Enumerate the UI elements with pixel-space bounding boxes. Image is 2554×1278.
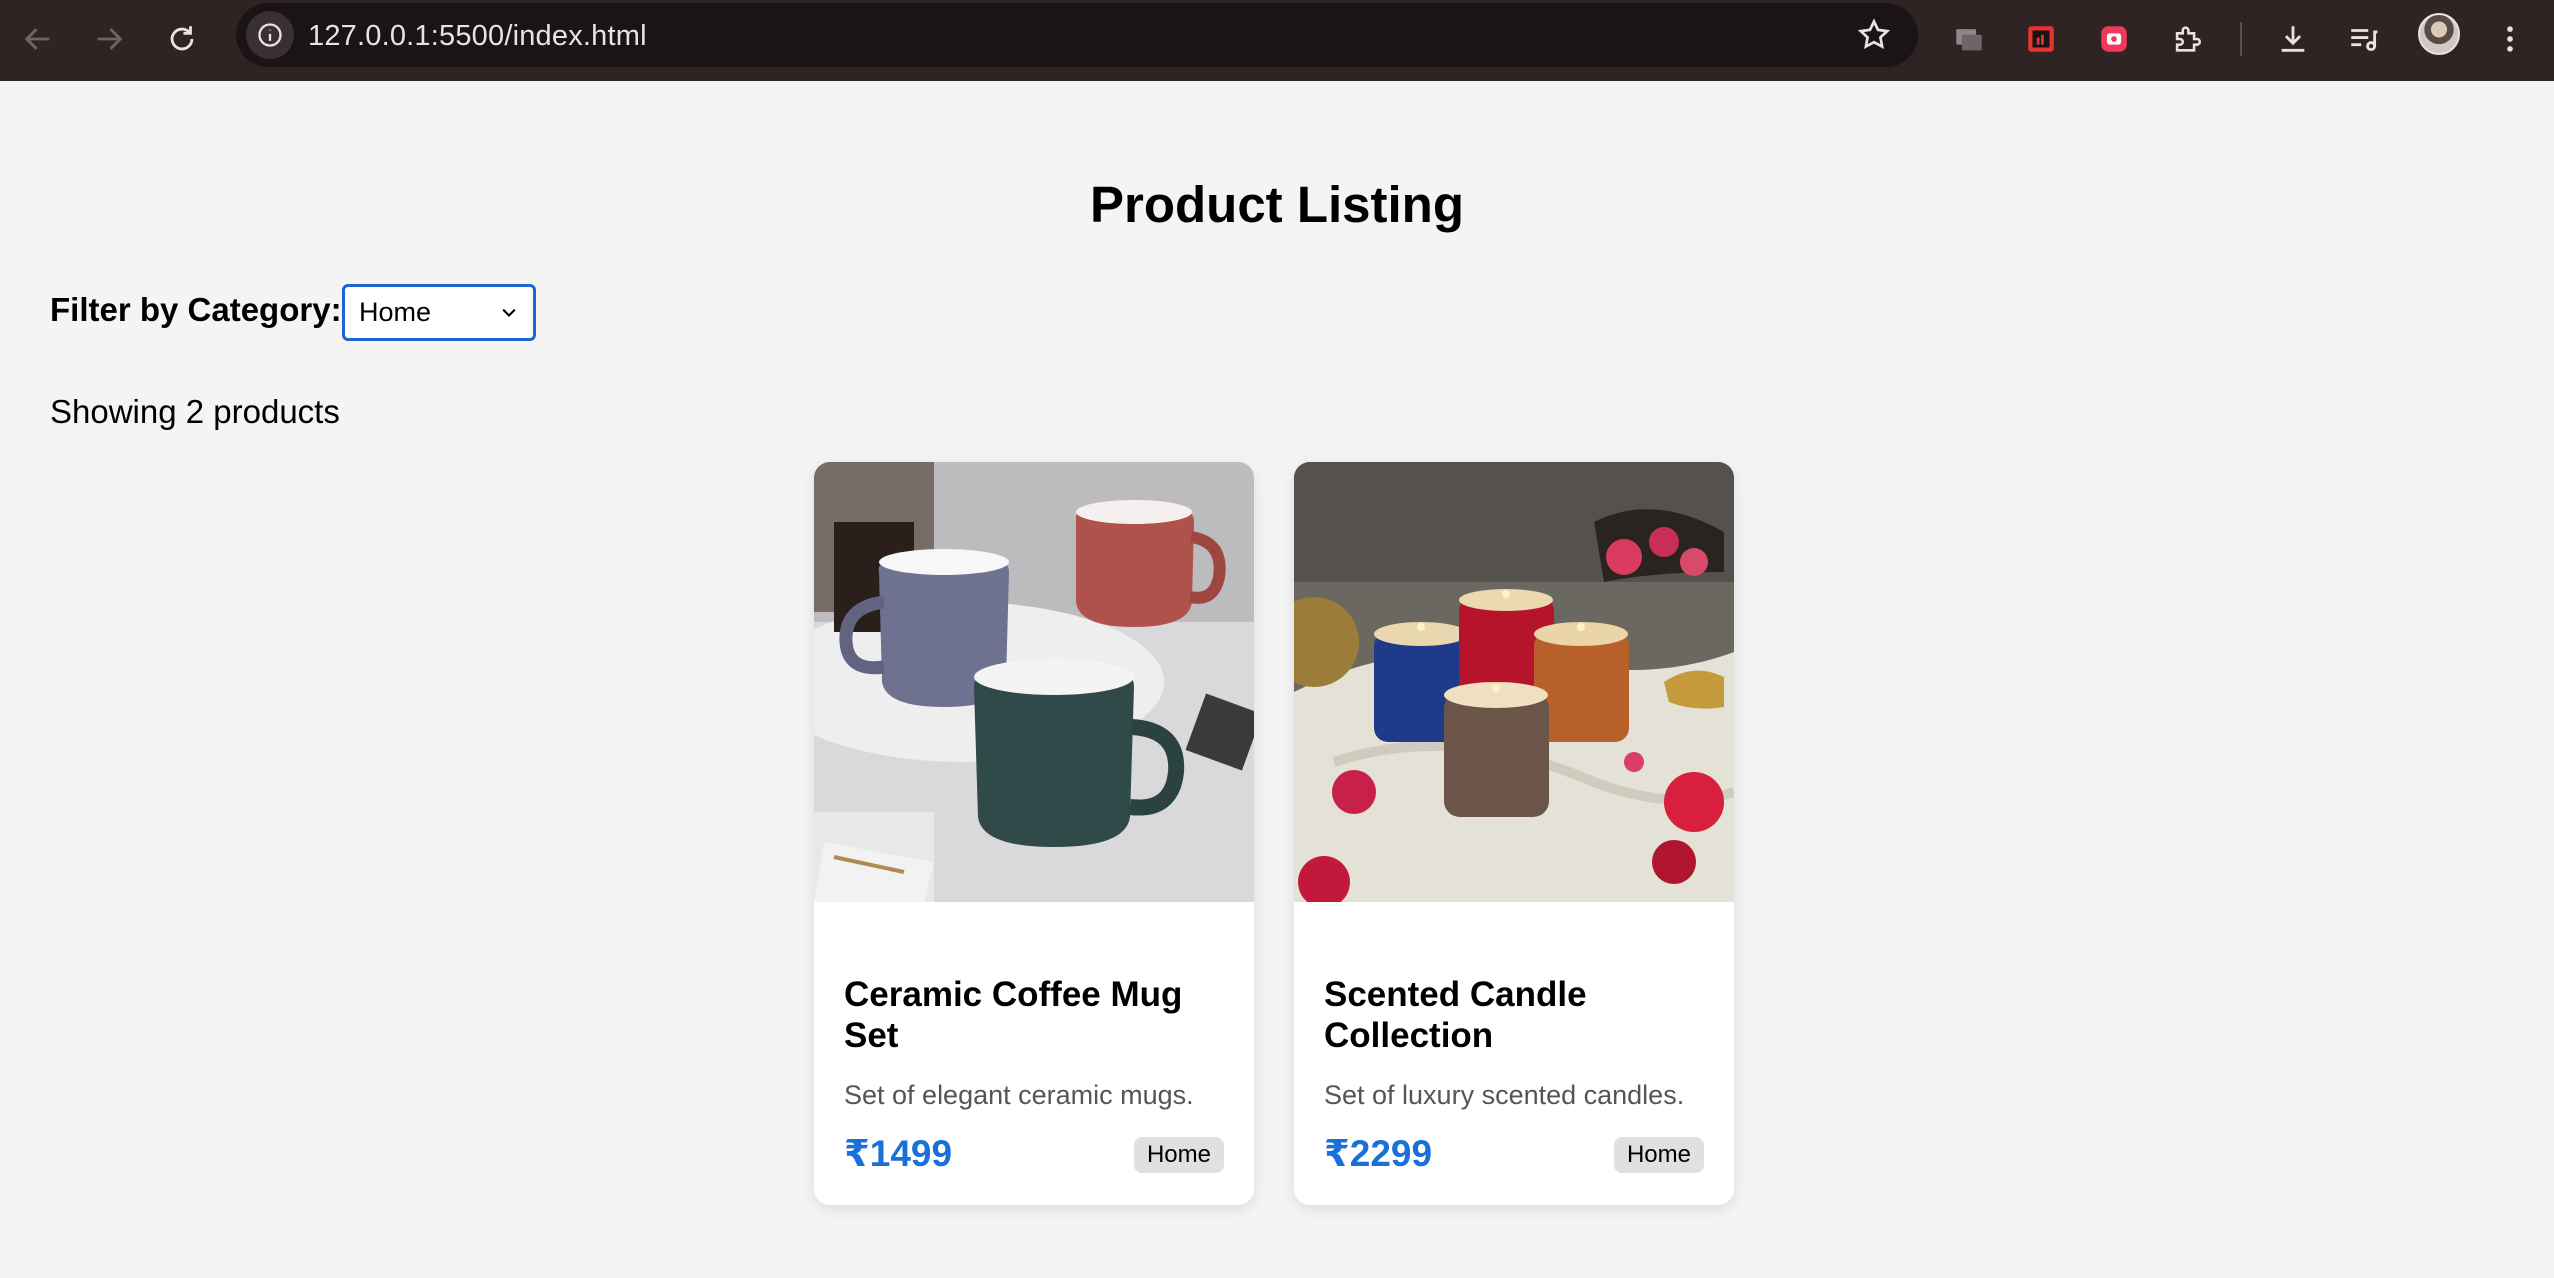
- product-description: Set of luxury scented candles.: [1324, 1080, 1685, 1110]
- product-name: Ceramic Coffee Mug Set: [844, 975, 1183, 1055]
- media-queue-icon[interactable]: [2340, 15, 2388, 63]
- downloads-icon[interactable]: [2269, 15, 2317, 63]
- reload-icon[interactable]: [157, 14, 207, 64]
- filter-label: Filter by Category:: [50, 291, 342, 328]
- ceramic-mugs-photo: [814, 462, 1254, 902]
- record-extension-icon[interactable]: [2090, 15, 2138, 63]
- back-icon[interactable]: [13, 14, 63, 64]
- product-price: ₹2299: [1324, 1133, 1433, 1174]
- product-name: Scented Candle Collection: [1324, 975, 1587, 1055]
- menu-kebab-icon[interactable]: [2486, 15, 2534, 63]
- pdf-extension-icon[interactable]: [2017, 15, 2065, 63]
- scented-candles-photo: [1294, 462, 1734, 902]
- product-count: Showing 2 products: [50, 393, 340, 430]
- toolbar-divider: [2240, 22, 2242, 56]
- site-info-icon[interactable]: [246, 11, 294, 59]
- browser-toolbar: 127.0.0.1:5500/index.html: [0, 0, 2554, 81]
- category-badge: Home: [1613, 1137, 1704, 1173]
- forward-icon[interactable]: [84, 14, 134, 64]
- category-select[interactable]: Home: [342, 284, 536, 341]
- chevron-down-icon: [502, 308, 516, 317]
- product-description: Set of elegant ceramic mugs.: [844, 1080, 1194, 1110]
- extensions-puzzle-icon[interactable]: [2163, 15, 2211, 63]
- profile-avatar[interactable]: [2418, 13, 2460, 55]
- category-badge: Home: [1133, 1137, 1224, 1173]
- product-card[interactable]: Scented Candle Collection Set of luxury …: [1294, 462, 1734, 1205]
- product-price: ₹1499: [844, 1133, 953, 1174]
- category-select-value: Home: [359, 297, 432, 327]
- product-card[interactable]: Ceramic Coffee Mug Set Set of elegant ce…: [814, 462, 1254, 1205]
- page-title: Product Listing: [1090, 176, 1464, 233]
- url-text[interactable]: 127.0.0.1:5500/index.html: [308, 20, 647, 53]
- bookmark-star-icon[interactable]: [1856, 17, 1892, 53]
- address-bar[interactable]: 127.0.0.1:5500/index.html: [236, 3, 1918, 67]
- tab-search-icon[interactable]: [1945, 15, 1993, 63]
